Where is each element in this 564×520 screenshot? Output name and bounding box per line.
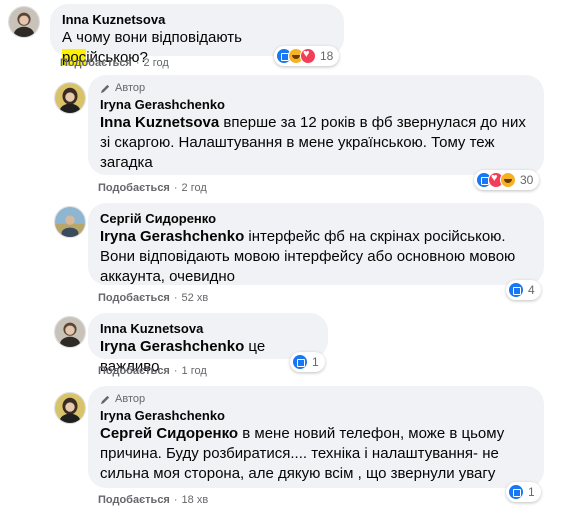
reaction-summary[interactable]: 1 <box>506 482 541 502</box>
comment-actions: Подобається · 2 год <box>98 182 207 194</box>
comment-text: Inna Kuznetsova вперше за 12 років в фб … <box>100 114 526 171</box>
reaction-summary[interactable]: 18 <box>274 46 340 66</box>
reaction-summary[interactable]: 30 <box>474 170 540 190</box>
avatar[interactable] <box>54 316 86 348</box>
comment-time[interactable]: 1 год <box>182 365 207 377</box>
comment-bubble: Inna Kuznetsova Iryna Gerashchenko це ва… <box>88 313 328 375</box>
like-reaction-icon <box>508 484 524 500</box>
reaction-count: 1 <box>312 355 319 369</box>
reaction-count: 18 <box>320 49 334 63</box>
comment-author[interactable]: Сергій Сидоренко <box>100 210 532 227</box>
love-reaction-icon <box>300 48 316 64</box>
comment-actions: Подобається · 52 хв <box>98 292 209 304</box>
reaction-summary[interactable]: 4 <box>506 280 541 300</box>
pencil-icon <box>100 395 110 404</box>
avatar[interactable] <box>54 392 86 424</box>
comment-actions: Подобається · 18 хв <box>98 494 209 506</box>
like-reaction-icon <box>508 282 524 298</box>
comment-time[interactable]: 52 хв <box>182 292 209 304</box>
comment-time[interactable]: 2 год <box>144 57 169 69</box>
mention-link[interactable]: Iryna Gerashchenko <box>100 338 244 355</box>
mention-link[interactable]: Сергей Сидоренко <box>100 425 238 442</box>
like-button[interactable]: Подобається <box>98 365 170 377</box>
mention-link[interactable]: Iryna Gerashchenko <box>100 228 244 245</box>
reaction-count: 1 <box>528 485 535 499</box>
avatar[interactable] <box>54 82 86 114</box>
reaction-count: 4 <box>528 283 535 297</box>
reaction-count: 30 <box>520 173 534 187</box>
comment-bubble: Автор Iryna Gerashchenko Сергей Сидоренк… <box>88 386 544 488</box>
comment-bubble: Сергій Сидоренко Iryna Gerashchenko інте… <box>88 203 544 285</box>
like-button[interactable]: Подобається <box>98 182 170 194</box>
comment-time[interactable]: 18 хв <box>182 494 209 506</box>
like-button[interactable]: Подобається <box>60 57 132 69</box>
like-reaction-icon <box>292 354 308 370</box>
author-badge: Автор <box>100 393 532 405</box>
reaction-summary[interactable]: 1 <box>290 352 325 372</box>
comment-actions: Подобається · 2 год <box>60 57 169 69</box>
comment-text: Iryna Gerashchenko інтерфейс фб на скрін… <box>100 228 516 285</box>
mention-link[interactable]: Inna Kuznetsova <box>100 114 219 131</box>
pencil-icon <box>100 84 110 93</box>
comment-author[interactable]: Iryna Gerashchenko <box>100 407 532 424</box>
comment-author[interactable]: Inna Kuznetsova <box>62 11 332 28</box>
like-button[interactable]: Подобається <box>98 494 170 506</box>
author-badge: Автор <box>100 82 532 94</box>
comment-author[interactable]: Iryna Gerashchenko <box>100 96 532 113</box>
comment-actions: Подобається · 1 год <box>98 365 207 377</box>
comment-time[interactable]: 2 год <box>182 182 207 194</box>
like-button[interactable]: Подобається <box>98 292 170 304</box>
avatar[interactable] <box>8 6 40 38</box>
comment-bubble: Автор Iryna Gerashchenko Inna Kuznetsova… <box>88 75 544 175</box>
avatar[interactable] <box>54 206 86 238</box>
comment-author[interactable]: Inna Kuznetsova <box>100 320 316 337</box>
haha-reaction-icon <box>500 172 516 188</box>
comment-text: Сергей Сидоренко в мене новий телефон, м… <box>100 425 505 482</box>
